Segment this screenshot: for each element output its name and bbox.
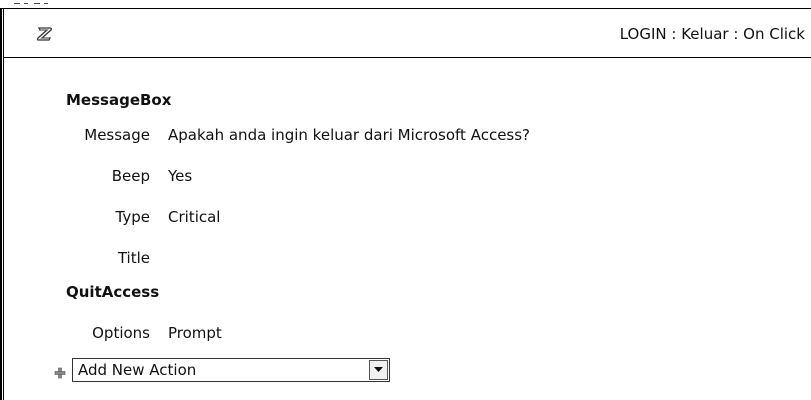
macro-designer-window: LOGIN : Keluar : On Click MessageBox Mes… [0,0,811,400]
window-left-border [0,8,2,400]
argument-label-options: Options [92,324,150,342]
argument-value-options[interactable]: Prompt [168,324,222,342]
action-name[interactable]: MessageBox [66,91,171,109]
macro-icon [36,26,54,42]
argument-label-type: Type [115,208,150,226]
argument-label-title: Title [117,249,150,267]
argument-value-type[interactable]: Critical [168,208,220,226]
macro-actions-list: MessageBox Message Apakah anda ingin kel… [4,58,811,400]
add-new-action-text[interactable]: Add New Action [78,361,196,379]
argument-value-beep[interactable]: Yes [168,167,192,185]
top-edge-marks [0,0,60,6]
add-new-action-dropdown-button[interactable] [369,360,388,380]
argument-label-beep: Beep [111,167,150,185]
argument-label-message: Message [84,126,150,144]
argument-value-message[interactable]: Apakah anda ingin keluar dari Microsoft … [168,126,530,144]
action-name[interactable]: QuitAccess [66,283,159,301]
macro-title: LOGIN : Keluar : On Click [619,25,805,43]
plus-icon[interactable] [54,364,66,379]
add-new-action-combobox[interactable]: Add New Action [72,358,390,382]
macro-header: LOGIN : Keluar : On Click [4,9,811,58]
chevron-down-icon [374,367,383,372]
